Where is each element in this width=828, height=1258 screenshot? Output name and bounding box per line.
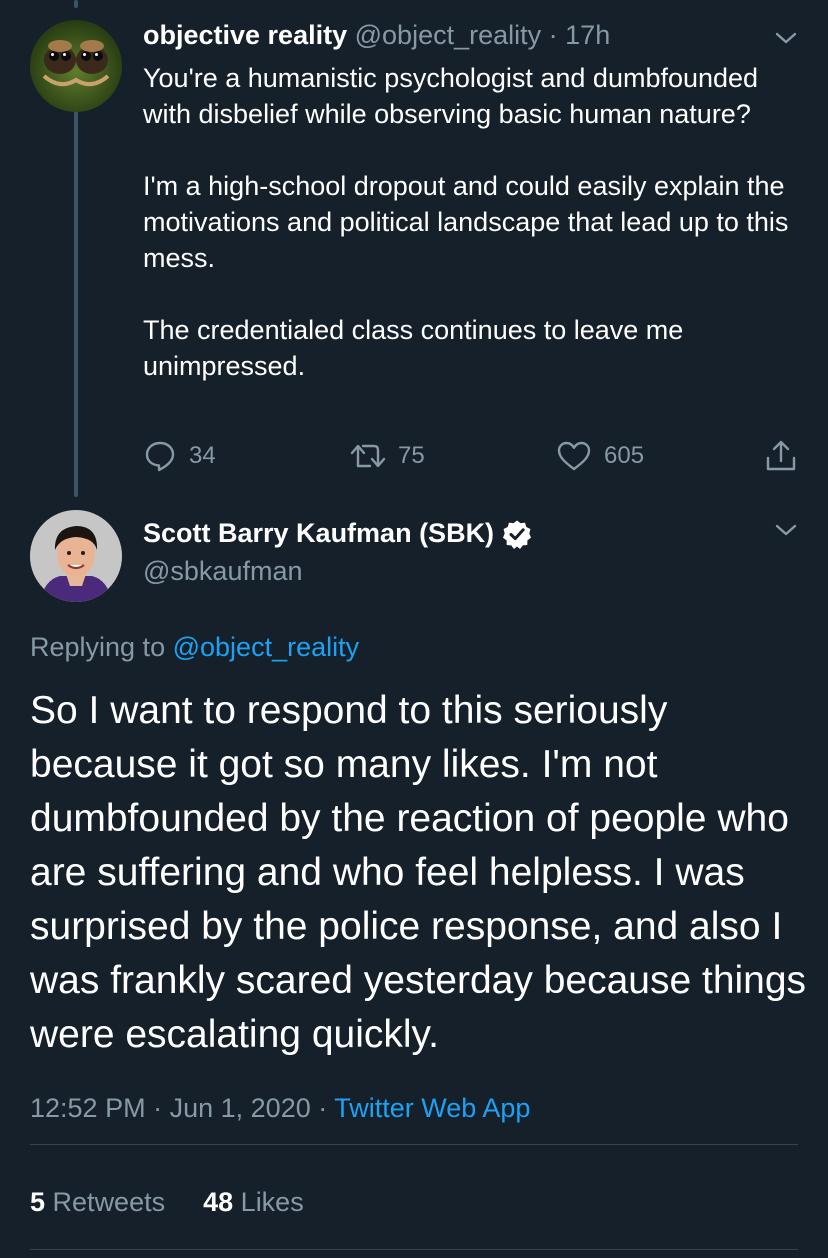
chevron-down-icon[interactable] xyxy=(771,520,801,540)
tweet-header: objective reality @object_reality · 17h xyxy=(143,20,610,51)
tweet-paragraph: The credentialed class continues to leav… xyxy=(143,315,684,381)
like-icon xyxy=(557,441,591,471)
share-icon xyxy=(766,440,796,471)
tweet-meta: 12:52 PM · Jun 1, 2020 · Twitter Web App xyxy=(30,1093,530,1124)
handle[interactable]: @sbkaufman xyxy=(143,556,302,587)
tweet-date[interactable]: Jun 1, 2020 xyxy=(170,1093,311,1123)
tweet-time[interactable]: 12:52 PM xyxy=(30,1093,146,1123)
display-name[interactable]: objective reality xyxy=(143,20,347,50)
like-button[interactable]: 605 xyxy=(556,434,644,478)
separator: · xyxy=(153,1093,163,1123)
retweet-icon xyxy=(350,444,386,468)
share-button[interactable] xyxy=(763,434,811,478)
reply-button[interactable]: 34 xyxy=(143,434,216,478)
replying-to: Replying to @object_reality xyxy=(30,632,359,663)
replying-to-label: Replying to xyxy=(30,632,166,662)
likes-label: Likes xyxy=(240,1187,304,1217)
retweet-button[interactable]: 75 xyxy=(350,434,425,478)
retweet-count: 75 xyxy=(398,442,425,469)
author-name-row: Scott Barry Kaufman (SBK) xyxy=(143,518,532,549)
tweet-source[interactable]: Twitter Web App xyxy=(334,1093,530,1123)
tweet-paragraph: I'm a high-school dropout and could easi… xyxy=(143,171,789,273)
avatar-objective-reality[interactable] xyxy=(30,20,122,112)
thread-line-top xyxy=(74,0,78,8)
replying-to-link[interactable]: @object_reality xyxy=(173,632,360,662)
reply-icon xyxy=(145,441,175,472)
likes-stat[interactable]: 48 Likes xyxy=(203,1187,304,1217)
timestamp[interactable]: 17h xyxy=(565,20,610,50)
retweet-total: 5 xyxy=(30,1187,46,1217)
engagement-stats: 5 Retweets 48 Likes xyxy=(30,1187,304,1218)
tweet-text: You're a humanistic psychologist and dum… xyxy=(143,60,803,384)
retweets-stat[interactable]: 5 Retweets xyxy=(30,1187,165,1217)
like-total: 48 xyxy=(203,1187,234,1217)
divider xyxy=(30,1144,798,1145)
separator: · xyxy=(318,1093,328,1123)
separator: · xyxy=(548,20,558,50)
tweet-text: So I want to respond to this seriously b… xyxy=(30,689,807,1056)
verified-badge-icon xyxy=(503,520,532,549)
like-count: 605 xyxy=(604,442,645,469)
display-name[interactable]: Scott Barry Kaufman (SBK) xyxy=(143,518,494,549)
chevron-down-icon[interactable] xyxy=(771,28,801,48)
reply-count: 34 xyxy=(189,442,216,469)
avatar-sbkaufman[interactable] xyxy=(30,510,122,602)
tweet-actions: 34 75 605 xyxy=(0,434,828,478)
divider xyxy=(30,1249,798,1250)
retweets-label: Retweets xyxy=(52,1187,166,1217)
tweet-paragraph: You're a humanistic psychologist and dum… xyxy=(143,63,759,129)
handle[interactable]: @object_reality xyxy=(355,20,542,50)
